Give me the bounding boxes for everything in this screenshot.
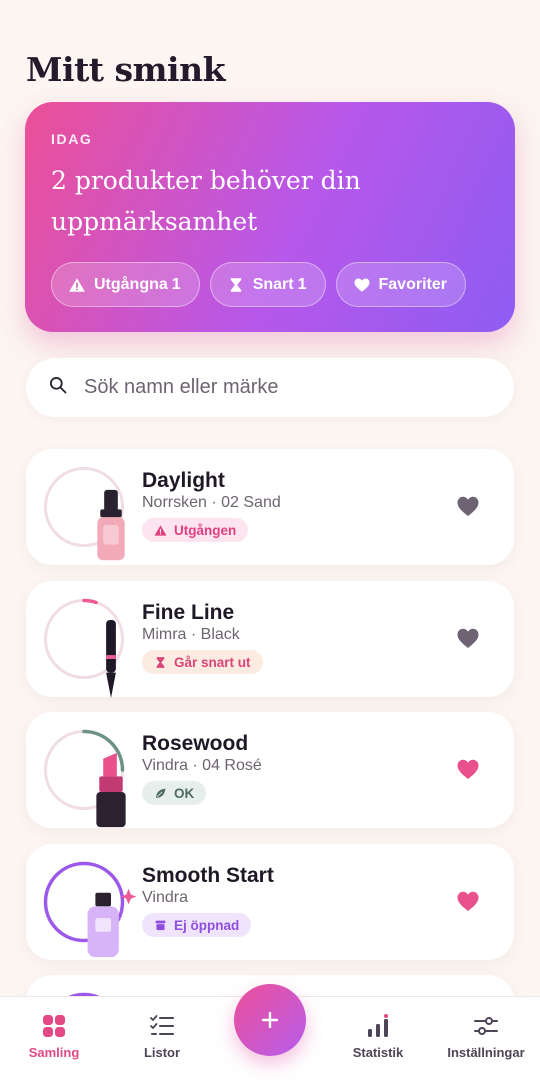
product-brand-shade: Vindra · 04 Rosé: [142, 757, 262, 774]
product-name: Daylight: [142, 469, 225, 492]
status-label: OK: [174, 785, 195, 801]
soon-filter-chip[interactable]: Snart 1: [209, 262, 326, 307]
nav-label: Samling: [28, 1045, 80, 1060]
hourglass-icon: [154, 656, 167, 669]
lipstick-icon: [70, 749, 126, 828]
grid-icon: [24, 1013, 84, 1039]
checklist-icon: [136, 1013, 188, 1039]
status-badge: Utgången: [142, 518, 249, 542]
product-card[interactable]: Daylight Norrsken · 02 Sand Utgången: [26, 449, 514, 565]
usage-ring: [43, 466, 125, 561]
status-label: Går snart ut: [174, 654, 251, 670]
usage-ring: [43, 861, 137, 958]
favorite-heart-icon[interactable]: [456, 627, 480, 649]
product-name: Fine Line: [142, 601, 235, 624]
usage-ring: [43, 598, 125, 699]
product-name: Rosewood: [142, 732, 249, 755]
product-brand-shade: Mimra · Black: [142, 626, 240, 643]
sliders-icon: [446, 1013, 526, 1039]
today-summary-card: IDAG 2 produkter behöver din uppmärksamh…: [25, 102, 515, 332]
primer-bottle-icon: [70, 881, 137, 958]
nav-item-statistik[interactable]: Statistik: [348, 1013, 408, 1060]
product-card[interactable]: Fine Line Mimra · Black Går snart ut: [26, 581, 514, 699]
add-product-button[interactable]: [234, 984, 306, 1056]
foundation-bottle-icon: [70, 486, 125, 561]
favorites-chip-label: Favoriter: [378, 275, 447, 293]
soon-chip-label: Snart 1: [252, 275, 307, 293]
jar-icon: [154, 919, 167, 932]
status-label: Utgången: [174, 522, 237, 538]
favorite-heart-icon[interactable]: [456, 890, 480, 912]
status-badge: Ej öppnad: [142, 913, 252, 937]
status-badge: Går snart ut: [142, 650, 263, 674]
expired-filter-chip[interactable]: Utgångna 1: [51, 262, 200, 307]
product-card[interactable]: Smooth Start Vindra Ej öppnad: [26, 844, 514, 960]
favorite-heart-icon[interactable]: [456, 758, 480, 780]
plus-icon: [260, 1004, 280, 1037]
search-bar[interactable]: [26, 358, 514, 417]
page-title: Mitt smink: [26, 50, 225, 89]
heart-icon: [353, 276, 371, 294]
nav-label: Listor: [143, 1045, 181, 1060]
nav-label: Statistik: [352, 1045, 404, 1060]
favorite-heart-icon[interactable]: [456, 495, 480, 517]
bar-chart-icon: [348, 1013, 408, 1039]
expired-chip-label: Utgångna 1: [94, 275, 181, 293]
today-label: IDAG: [51, 131, 93, 147]
warning-icon: [68, 276, 86, 294]
hourglass-icon: [227, 276, 245, 294]
nav-item-samling[interactable]: Samling: [24, 1013, 84, 1060]
nav-item-installningar[interactable]: Inställningar: [446, 1013, 526, 1060]
warning-icon: [154, 524, 167, 537]
eyeliner-icon: [70, 618, 116, 699]
product-brand-shade: Norrsken · 02 Sand: [142, 494, 281, 511]
status-label: Ej öppnad: [174, 917, 240, 933]
product-brand-shade: Vindra: [142, 889, 188, 906]
leaf-icon: [154, 787, 167, 800]
product-card[interactable]: Rosewood Vindra · 04 Rosé OK: [26, 712, 514, 828]
favorites-filter-chip[interactable]: Favoriter: [335, 262, 466, 307]
product-name: Smooth Start: [142, 864, 274, 887]
usage-ring: [43, 729, 126, 828]
search-input[interactable]: [84, 376, 484, 399]
nav-item-listor[interactable]: Listor: [136, 1013, 188, 1060]
nav-label: Inställningar: [447, 1045, 525, 1060]
status-badge: OK: [142, 781, 207, 805]
filter-chips: Utgångna 1 Snart 1 Favoriter: [51, 262, 466, 307]
attention-headline: 2 produkter behöver din uppmärksamhet: [51, 166, 361, 236]
search-icon: [48, 375, 68, 400]
